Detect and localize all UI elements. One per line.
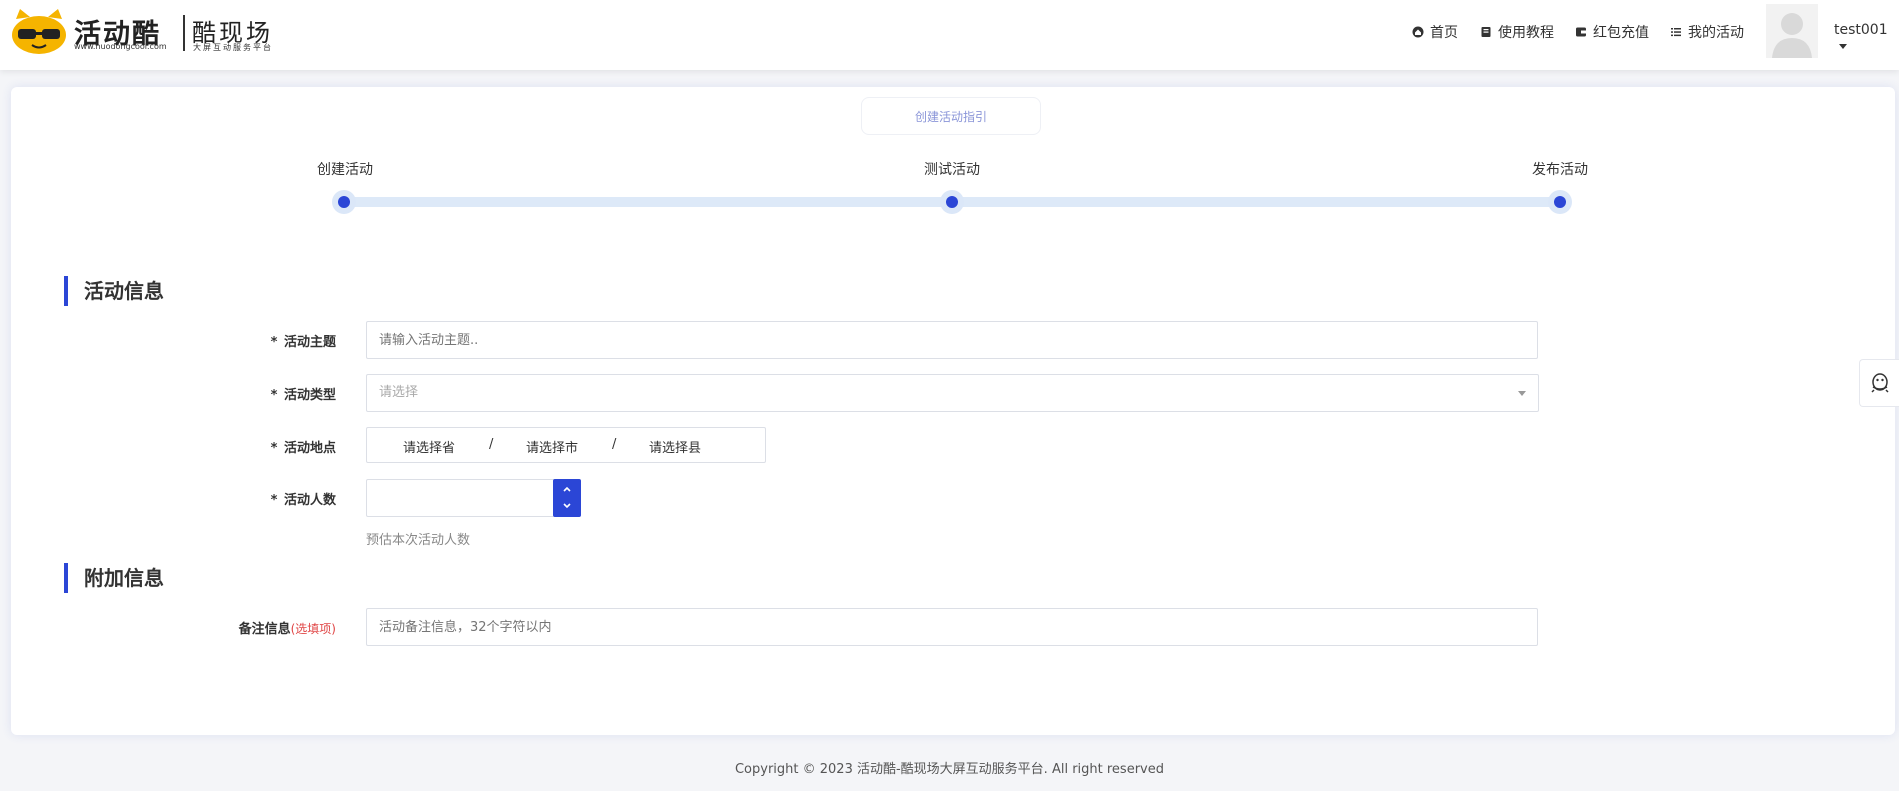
- user-menu[interactable]: test001: [1834, 22, 1899, 54]
- chevron-up-icon[interactable]: [562, 484, 572, 494]
- section-title-extra-info: 附加信息: [64, 563, 164, 593]
- nav-tutorial[interactable]: 使用教程: [1480, 22, 1554, 42]
- qq-contact-tab[interactable]: [1859, 359, 1899, 407]
- type-label: * 活动类型: [270, 388, 336, 403]
- step-dot-publish: [1548, 190, 1572, 214]
- activity-type-placeholder: 请选择: [379, 385, 419, 400]
- separator: /: [612, 437, 617, 452]
- nav-tutorial-label: 使用教程: [1498, 25, 1554, 41]
- theme-label: * 活动主题: [270, 335, 336, 350]
- logo-url-text: www.huodongcool.com: [74, 42, 167, 51]
- avatar[interactable]: [1766, 4, 1818, 58]
- chevron-down-icon: [1839, 43, 1847, 49]
- people-count-input[interactable]: [366, 479, 581, 517]
- remark-label: 备注信息(选填项): [238, 622, 336, 637]
- step-label-test: 测试活动: [924, 162, 980, 178]
- nav-my-activities[interactable]: 我的活动: [1670, 22, 1744, 42]
- user-silhouette-icon: [1766, 4, 1818, 58]
- number-spinner[interactable]: [553, 479, 581, 517]
- book-icon: [1480, 26, 1492, 38]
- county-select[interactable]: 请选择县: [649, 437, 701, 456]
- logo-sub-caption: 大屏互动服务平台: [193, 43, 273, 52]
- step-dot-test: [940, 190, 964, 214]
- step-label-create: 创建活动: [317, 162, 373, 178]
- nav-redpack-label: 红包充值: [1593, 25, 1649, 41]
- list-icon: [1670, 26, 1682, 38]
- city-select[interactable]: 请选择市: [526, 437, 578, 456]
- cat-mascot-icon: [12, 9, 66, 54]
- chevron-down-icon: [1518, 391, 1526, 396]
- username-label: test001: [1834, 22, 1888, 38]
- province-select[interactable]: 请选择省: [403, 437, 455, 456]
- nav-redpack-recharge[interactable]: 红包充值: [1575, 22, 1649, 42]
- nav-home[interactable]: 首页: [1412, 22, 1458, 42]
- footer-copyright: Copyright © 2023 活动酷-酷现场大屏互动服务平台. All ri…: [734, 762, 1164, 777]
- location-label: * 活动地点: [270, 441, 336, 456]
- wallet-icon: [1575, 26, 1587, 38]
- location-cascader[interactable]: 请选择省 / 请选择市 / 请选择县: [366, 427, 766, 463]
- top-header: 活动酷 www.huodongcool.com 酷现场 大屏互动服务平台 首页 …: [0, 0, 1899, 70]
- nav-my-activities-label: 我的活动: [1688, 25, 1744, 41]
- chevron-down-icon[interactable]: [562, 500, 572, 510]
- section-title-activity-info: 活动信息: [64, 276, 164, 306]
- people-label: * 活动人数: [270, 493, 336, 508]
- step-label-publish: 发布活动: [1532, 162, 1588, 178]
- home-icon: [1412, 26, 1424, 38]
- create-activity-guide-button[interactable]: 创建活动指引: [861, 97, 1041, 135]
- people-count-hint: 预估本次活动人数: [366, 533, 471, 548]
- step-dot-create: [332, 190, 356, 214]
- site-logo[interactable]: 活动酷 www.huodongcool.com 酷现场 大屏互动服务平台: [10, 9, 286, 55]
- activity-type-select[interactable]: 请选择: [366, 374, 1539, 412]
- nav-home-label: 首页: [1430, 25, 1458, 41]
- activity-theme-input[interactable]: [366, 321, 1538, 359]
- logo-divider: [183, 15, 185, 51]
- remark-input[interactable]: [366, 608, 1538, 646]
- qq-penguin-icon: [1871, 373, 1889, 393]
- separator: /: [489, 437, 494, 452]
